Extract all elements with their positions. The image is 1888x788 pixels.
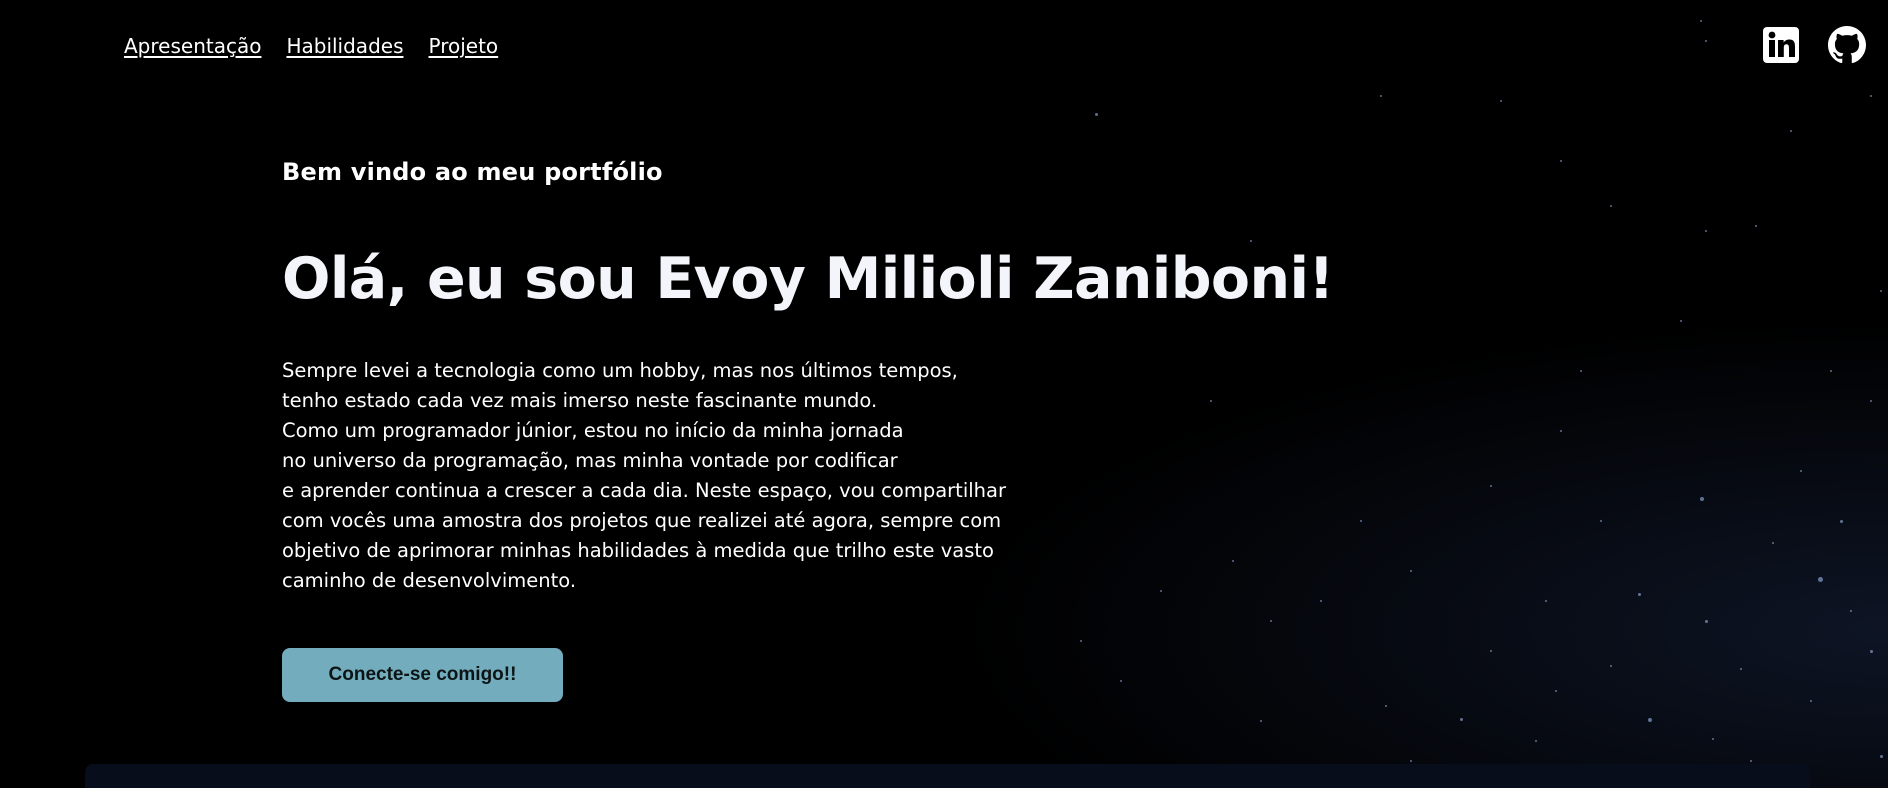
bio-line: com vocês uma amostra dos projetos que r… <box>282 509 1002 532</box>
github-icon <box>1828 26 1866 64</box>
star <box>1160 590 1162 592</box>
star <box>1772 542 1774 544</box>
star <box>1840 520 1843 523</box>
welcome-tagline: Bem vindo ao meu portfólio <box>282 158 663 186</box>
top-nav: Apresentação Habilidades Projeto <box>124 36 498 56</box>
star <box>1270 620 1272 622</box>
nav-link-habilidades[interactable]: Habilidades <box>286 36 403 56</box>
hero-headline: Olá, eu sou Evoy Milioli Zaniboni! <box>282 246 1334 312</box>
next-section-panel <box>85 764 1810 788</box>
star <box>1648 718 1652 722</box>
bio-line: caminho de desenvolvimento. <box>282 569 577 592</box>
star <box>1680 320 1682 322</box>
star <box>1580 370 1582 372</box>
bio-line: tenho estado cada vez mais imerso neste … <box>282 389 878 412</box>
star <box>1870 95 1872 97</box>
star <box>1880 755 1883 758</box>
star <box>1080 640 1082 642</box>
star <box>1610 205 1612 207</box>
bio-line: no universo da programação, mas minha vo… <box>282 449 898 472</box>
star <box>1705 40 1707 42</box>
star <box>1830 370 1832 372</box>
bio-line: Sempre levei a tecnologia como um hobby,… <box>282 359 958 382</box>
star <box>1232 560 1234 562</box>
star <box>1460 718 1463 721</box>
bio-line: e aprender continua a crescer a cada dia… <box>282 479 1006 502</box>
star <box>1800 470 1802 472</box>
star <box>1870 650 1873 653</box>
star <box>1320 600 1322 602</box>
hero-section: Bem vindo ao meu portfólio Olá, eu sou E… <box>282 156 1334 592</box>
github-link[interactable] <box>1828 26 1866 64</box>
star <box>1790 130 1792 132</box>
star <box>1410 570 1412 572</box>
star <box>1810 700 1812 702</box>
nav-link-projeto[interactable]: Projeto <box>428 36 498 56</box>
star <box>1250 240 1252 242</box>
star <box>1385 705 1387 707</box>
star <box>1095 113 1098 116</box>
star <box>1705 620 1708 623</box>
star <box>1120 680 1122 682</box>
star <box>1560 160 1562 162</box>
nav-link-apresentacao[interactable]: Apresentação <box>124 36 261 56</box>
star <box>1610 665 1612 667</box>
linkedin-link[interactable] <box>1762 26 1800 64</box>
linkedin-icon <box>1763 27 1799 63</box>
bio-line: Como um programador júnior, estou no iní… <box>282 419 904 442</box>
bio-paragraph: Sempre levei a tecnologia como um hobby,… <box>282 356 1142 596</box>
star <box>1210 400 1212 402</box>
star <box>1700 497 1704 501</box>
star <box>1740 668 1742 670</box>
social-links <box>1762 26 1866 64</box>
star <box>1555 690 1557 692</box>
star <box>1560 430 1562 432</box>
star <box>1880 290 1882 292</box>
star <box>1700 20 1702 22</box>
star <box>1870 400 1872 402</box>
star <box>1500 100 1502 102</box>
star <box>1360 520 1362 522</box>
star <box>1850 610 1852 612</box>
bio-line: objetivo de aprimorar minhas habilidades… <box>282 539 994 562</box>
star <box>1535 740 1537 742</box>
star <box>1410 760 1412 762</box>
star <box>1755 225 1757 227</box>
connect-button[interactable]: Conecte-se comigo!! <box>282 648 563 702</box>
star <box>1545 600 1547 602</box>
star <box>1490 650 1492 652</box>
star <box>1260 720 1262 722</box>
star <box>1818 577 1823 582</box>
star <box>1712 738 1714 740</box>
star <box>1705 230 1707 232</box>
star <box>1600 520 1602 522</box>
star <box>1490 485 1492 487</box>
star <box>1750 760 1752 762</box>
star <box>1380 95 1382 97</box>
star <box>1638 593 1641 596</box>
